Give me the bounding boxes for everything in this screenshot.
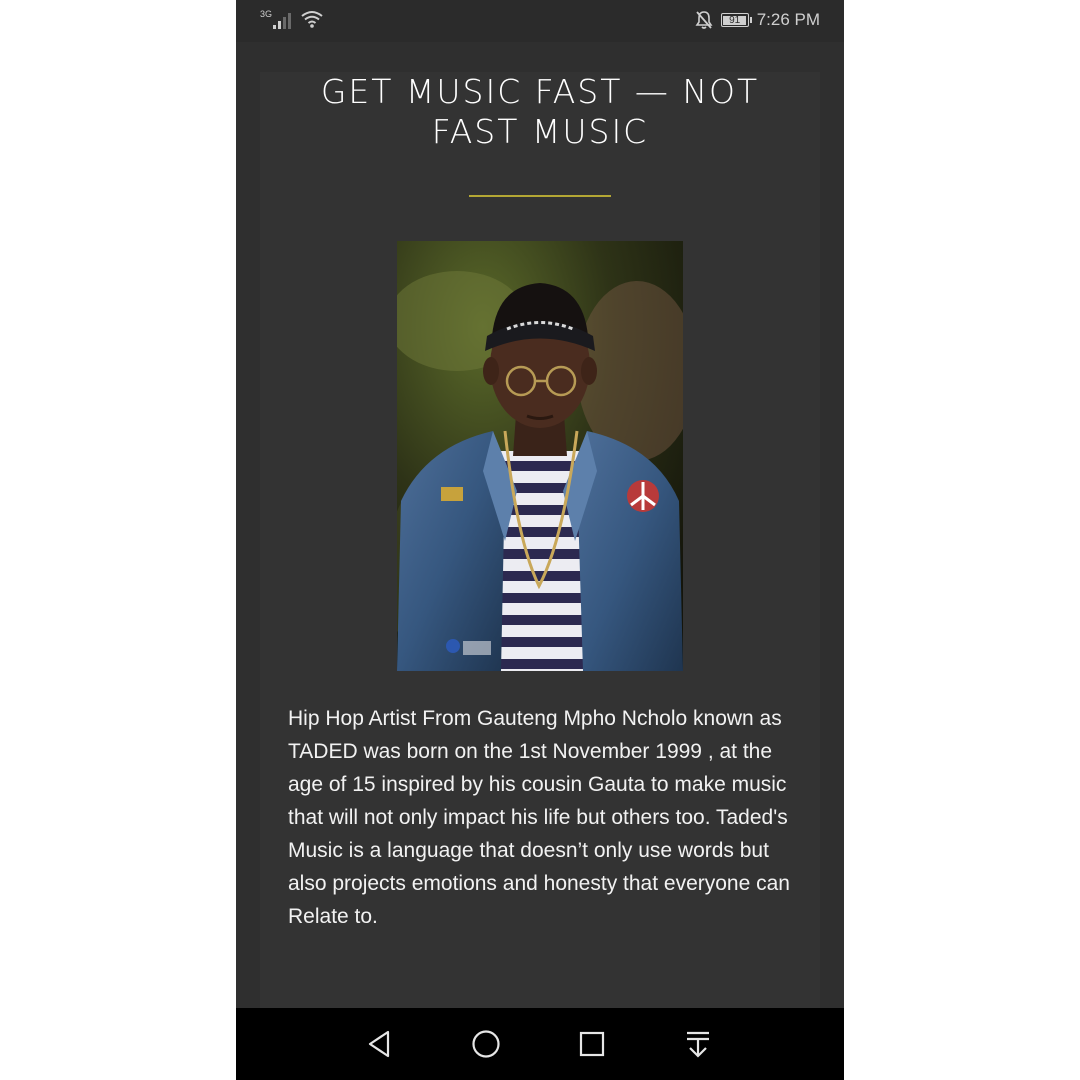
home-icon xyxy=(472,1030,500,1058)
artist-bio: Hip Hop Artist From Gauteng Mpho Ncholo … xyxy=(288,707,790,928)
phone-screen: 3G 91 7:26 PM GET MUSIC FAST — NOT FAST … xyxy=(236,0,844,1080)
navigation-bar xyxy=(236,1008,844,1080)
battery-level: 91 xyxy=(723,15,747,25)
title-divider xyxy=(469,195,611,197)
page-title-line-2: FAST MUSIC xyxy=(431,112,649,151)
battery-icon: 91 xyxy=(720,13,752,27)
notifications-pull-button[interactable] xyxy=(680,1026,716,1062)
network-type: 3G xyxy=(260,9,273,19)
signal-icon xyxy=(273,13,292,29)
notifications-pull-icon xyxy=(687,1031,709,1058)
status-left: 3G xyxy=(260,9,324,29)
page-title-line-1: GET MUSIC FAST — NOT xyxy=(320,72,760,111)
status-time: 7:26 PM xyxy=(756,10,820,29)
back-icon xyxy=(368,1030,390,1058)
status-bar: 3G 91 7:26 PM xyxy=(236,0,844,42)
artist-portrait-illustration xyxy=(397,241,683,671)
recents-icon xyxy=(579,1031,605,1057)
wifi-icon xyxy=(301,11,323,28)
recents-button[interactable] xyxy=(574,1026,610,1062)
artist-portrait-photo xyxy=(397,241,683,671)
status-right: 91 7:26 PM xyxy=(695,10,820,30)
silent-bell-icon xyxy=(695,11,713,29)
page-content: GET MUSIC FAST — NOT FAST MUSIC Hip Hop … xyxy=(260,72,820,1008)
home-button[interactable] xyxy=(468,1026,504,1062)
back-button[interactable] xyxy=(362,1026,398,1062)
page-title: GET MUSIC FAST — NOT FAST MUSIC xyxy=(260,72,820,152)
